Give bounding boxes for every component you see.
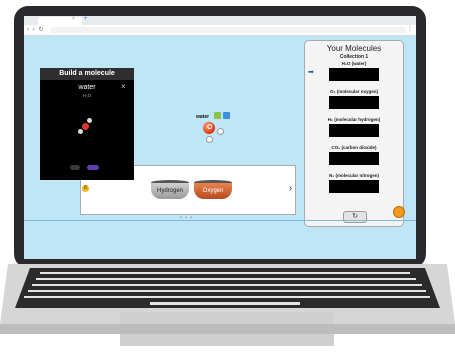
dialog-title: Build a molecule — [40, 68, 134, 80]
badge-icon: 8 — [82, 185, 89, 192]
oxygen-bucket[interactable]: Oxygen — [194, 183, 232, 199]
laptop-base — [0, 264, 455, 346]
view-toggle[interactable] — [70, 165, 80, 170]
laptop-screen: × + ‹ › ↻ ⋮ Your Molecules Collection 1 … — [24, 16, 416, 259]
reset-icon: ↻ — [352, 213, 358, 220]
collection-slot-hydrogen[interactable] — [329, 124, 379, 137]
kit-next-button[interactable]: › — [286, 176, 295, 202]
hydrogen-atom-3d — [87, 118, 92, 123]
browser-tab[interactable] — [38, 17, 82, 25]
reset-collection-button[interactable]: ↻ — [343, 211, 367, 223]
molecules-panel: Your Molecules Collection 1 H₂O (water) … — [304, 40, 404, 227]
new-tab-icon[interactable]: + — [84, 16, 88, 22]
hydrogen-atom-3d — [78, 129, 83, 134]
3d-view-icon[interactable] — [214, 112, 221, 119]
url-input[interactable] — [50, 27, 406, 33]
slot-label-oxygen: O₂ (molecular oxygen) — [329, 89, 378, 94]
collection-slot-oxygen[interactable] — [329, 96, 379, 109]
laptop-front-edge — [0, 324, 455, 334]
collection-slot-water[interactable] — [329, 68, 379, 81]
grid-icon[interactable] — [223, 112, 230, 119]
dialog-formula: H₂O — [82, 93, 92, 98]
browser-tab-bar: × + — [24, 16, 416, 25]
nav-buttons-icon[interactable]: ‹ › ↻ — [27, 26, 44, 33]
slot-label-water: H₂O (water) — [341, 61, 367, 66]
rotate-toggle[interactable] — [87, 165, 99, 170]
oxygen-atom-letter: O — [207, 124, 213, 131]
collection-slot-nitrogen[interactable] — [329, 180, 379, 193]
slot-label-carbon-dioxide: CO₂ (carbon dioxide) — [331, 145, 377, 150]
collection-slot-carbon-dioxide[interactable] — [329, 152, 379, 165]
navbar-divider — [24, 220, 416, 221]
hydrogen-atom[interactable] — [206, 136, 213, 143]
hydrogen-atom[interactable] — [217, 128, 224, 135]
hydrogen-bucket[interactable]: Hydrogen — [151, 183, 189, 199]
molecule-name-label: water — [196, 114, 210, 120]
molecules-panel-title: Your Molecules — [326, 44, 382, 53]
tab-close-icon[interactable]: × — [72, 16, 75, 22]
collection-title: Collection 1 — [339, 54, 369, 60]
browser-menu-icon[interactable]: ⋮ — [407, 25, 413, 32]
dialog-molecule-name: water — [78, 84, 96, 91]
phet-menu-button[interactable] — [393, 206, 405, 218]
slot-label-nitrogen: N₂ (molecular nitrogen) — [328, 173, 379, 178]
oxygen-atom-3d — [82, 123, 89, 130]
build-molecule-dialog: Build a molecule × water H₂O 8 — [40, 68, 134, 192]
selected-arrow-icon: ➡ — [308, 69, 314, 76]
slot-label-hydrogen: H₂ (molecular hydrogen) — [327, 117, 381, 122]
browser-address-bar: ‹ › ↻ ⋮ — [24, 25, 416, 36]
